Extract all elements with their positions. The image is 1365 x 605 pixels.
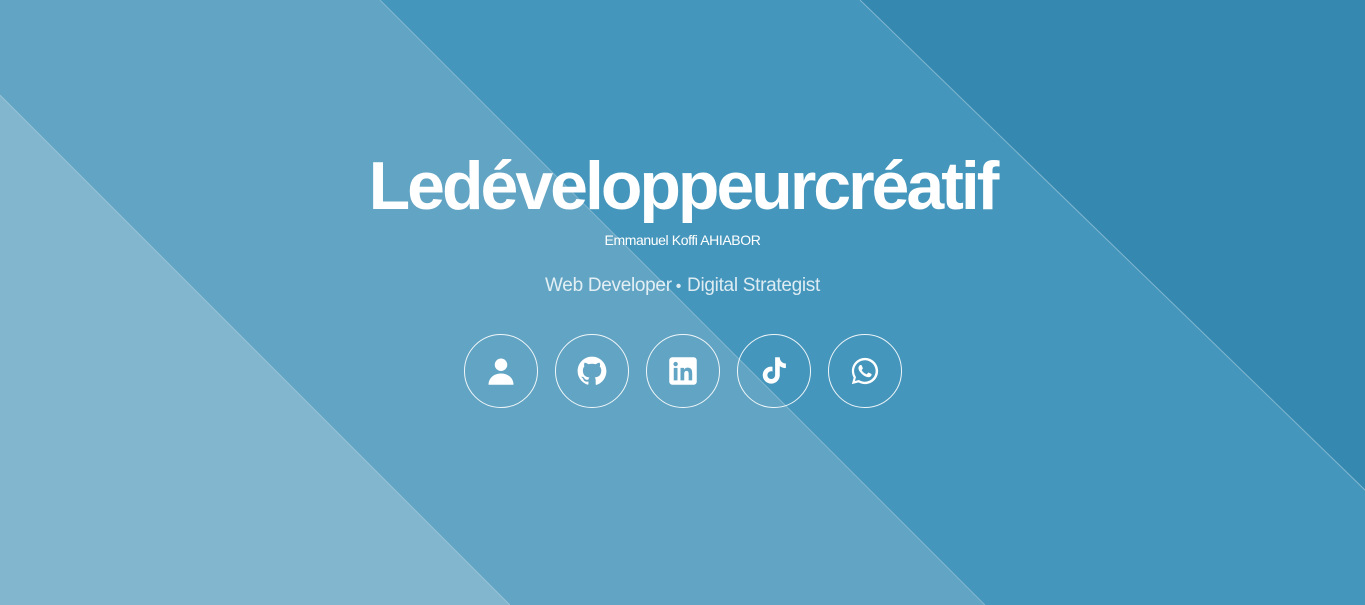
user-icon (488, 358, 513, 385)
role-separator: • (675, 278, 682, 295)
profile-button[interactable] (463, 334, 538, 408)
roles-line: Web Developer • Digital Strategist (0, 272, 1365, 301)
role-digital-strategist: Digital Strategist (687, 275, 820, 296)
linkedin-button[interactable] (645, 334, 720, 408)
whatsapp-icon (851, 357, 878, 385)
role-web-developer: Web Developer (545, 275, 672, 296)
tiktok-button[interactable] (736, 334, 811, 408)
whatsapp-button[interactable] (827, 334, 902, 408)
linkedin-icon (668, 357, 697, 385)
site-title: Ledéveloppeurcréatif (368, 148, 1000, 224)
github-icon (577, 356, 606, 385)
author-name: Emmanuel Koffi AHIABOR (604, 232, 761, 248)
hero-section: Ledéveloppeurcréatif Emmanuel Koffi AHIA… (0, 0, 1365, 605)
github-button[interactable] (554, 334, 629, 408)
tiktok-icon (762, 357, 786, 384)
social-links (0, 334, 1365, 408)
